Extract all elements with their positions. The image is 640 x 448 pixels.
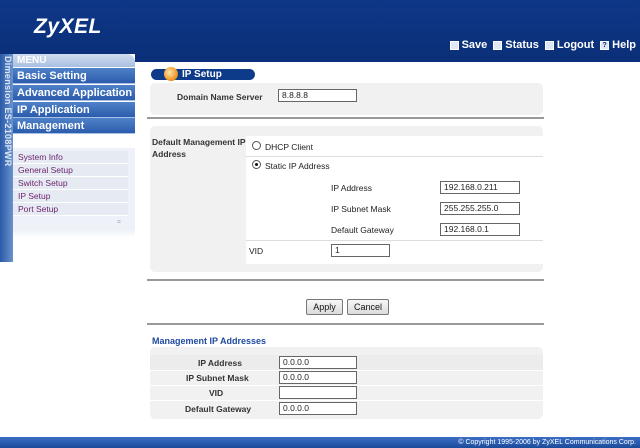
status-button[interactable]: Status [493, 39, 539, 51]
divider [147, 279, 544, 281]
submenu-fade [13, 230, 135, 238]
nav-management[interactable]: Management [13, 118, 135, 134]
help-label: Help [612, 39, 636, 51]
mgmt-vid-input[interactable] [279, 386, 357, 399]
save-label: Save [461, 39, 488, 51]
subnet-mask-input[interactable]: 255.255.255.0 [440, 202, 520, 215]
save-icon [449, 40, 459, 50]
row-separator [246, 240, 543, 241]
sidebar-item-port-setup[interactable]: Port Setup [13, 203, 128, 216]
vid-label: VID [249, 246, 264, 256]
cancel-button[interactable]: Cancel [347, 299, 389, 315]
nav-advanced-application[interactable]: Advanced Application [13, 85, 135, 101]
dhcp-client-label: DHCP Client [265, 142, 314, 152]
ip-address-input[interactable]: 192.168.0.211 [440, 181, 520, 194]
sidebar-item-switch-setup[interactable]: Switch Setup [13, 177, 128, 190]
mgmt-mask-label: IP Subnet Mask [186, 373, 249, 383]
page-title: IP Setup [182, 69, 222, 80]
save-button[interactable]: Save [449, 39, 488, 51]
mgmt-ip-label: IP Address [198, 358, 242, 368]
dns-label: Domain Name Server [177, 92, 263, 102]
app-window: ZyXEL Save Status Logout ? Help Dimensio… [0, 0, 640, 448]
default-gateway-input[interactable]: 192.168.0.1 [440, 223, 520, 236]
row-separator [246, 156, 543, 157]
default-gateway-label: Default Gateway [331, 225, 394, 235]
status-label: Status [505, 39, 539, 51]
ip-address-label: IP Address [331, 183, 372, 193]
row-separator [150, 400, 543, 401]
help-icon: ? [600, 40, 610, 50]
static-ip-radio[interactable] [252, 160, 261, 169]
apply-button[interactable]: Apply [306, 299, 343, 315]
copyright-text: © Copyright 1995-2006 by ZyXEL Communica… [458, 439, 636, 446]
logout-button[interactable]: Logout [544, 39, 595, 51]
static-ip-label: Static IP Address [265, 161, 330, 171]
vid-input[interactable]: 1 [331, 244, 390, 257]
mgmt-mask-input[interactable]: 0.0.0.0 [279, 371, 357, 384]
nav-basic-setting[interactable]: Basic Setting [13, 68, 135, 84]
product-name-vertical: Dimension ES-2108PWR [3, 56, 13, 167]
title-orb-icon [164, 67, 178, 81]
status-icon [493, 40, 503, 50]
brand-logo: ZyXEL [34, 15, 102, 38]
mgmt-vid-label: VID [209, 388, 224, 398]
nav-ip-application[interactable]: IP Application [13, 102, 135, 118]
divider [147, 323, 544, 325]
mgmt-ip-title: Management IP Addresses [152, 336, 267, 346]
menu-tab: MENU [13, 54, 135, 67]
top-toolbar: Save Status Logout ? Help [449, 39, 636, 51]
header-bar: ZyXEL Save Status Logout ? Help [0, 0, 640, 62]
mgmt-gateway-label: Default Gateway [185, 404, 252, 414]
divider [147, 117, 544, 119]
default-mgmt-label-2: Address [152, 149, 187, 159]
dhcp-client-radio[interactable] [252, 141, 261, 150]
sidebar-item-system-info[interactable]: System Info [13, 151, 128, 164]
mgmt-ip-input[interactable]: 0.0.0.0 [279, 356, 357, 369]
mgmt-gateway-input[interactable]: 0.0.0.0 [279, 402, 357, 415]
sidebar-item-general-setup[interactable]: General Setup [13, 164, 128, 177]
logout-label: Logout [556, 39, 595, 51]
help-button[interactable]: ? Help [600, 39, 636, 51]
dns-input[interactable]: 8.8.8.8 [278, 89, 357, 102]
resize-corner-icon: ⌗ [117, 219, 121, 226]
sidebar-item-ip-setup[interactable]: IP Setup [13, 190, 128, 203]
default-mgmt-label-1: Default Management IP [152, 137, 246, 147]
subnet-mask-label: IP Subnet Mask [331, 204, 391, 214]
logout-icon [544, 40, 554, 50]
